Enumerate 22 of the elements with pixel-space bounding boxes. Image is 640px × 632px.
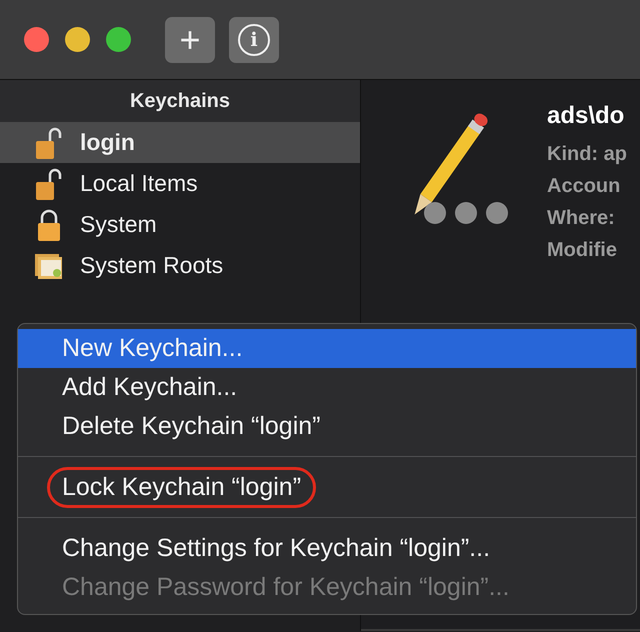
sidebar-item[interactable]: System bbox=[0, 204, 360, 245]
unlocked-padlock-icon bbox=[34, 166, 64, 200]
zoom-button[interactable] bbox=[106, 27, 131, 52]
menu-item[interactable]: Lock Keychain “login” bbox=[18, 468, 636, 507]
sidebar-item[interactable]: login bbox=[0, 122, 360, 163]
field-label: Modifie bbox=[547, 239, 618, 262]
menu-item[interactable]: Delete Keychain “login” bbox=[18, 407, 636, 446]
item-title: ads\do bbox=[547, 102, 626, 130]
close-button[interactable] bbox=[24, 27, 49, 52]
unlocked-padlock-icon bbox=[34, 126, 64, 160]
minimize-button[interactable] bbox=[65, 27, 90, 52]
sidebar-item[interactable]: Local Items bbox=[0, 163, 360, 204]
menu-item[interactable]: New Keychain... bbox=[18, 329, 636, 368]
sidebar-item[interactable]: System Roots bbox=[0, 245, 360, 286]
field-label: Kind: ap bbox=[547, 143, 627, 166]
menu-item[interactable]: Change Settings for Keychain “login”... bbox=[18, 529, 636, 568]
field-label: Accoun bbox=[547, 175, 622, 198]
sidebar-header: Keychains bbox=[0, 80, 360, 122]
info-button[interactable]: i bbox=[229, 16, 279, 62]
add-button[interactable]: + bbox=[165, 16, 215, 62]
field-label: Where: bbox=[547, 207, 616, 230]
menu-item[interactable]: Add Keychain... bbox=[18, 368, 636, 407]
